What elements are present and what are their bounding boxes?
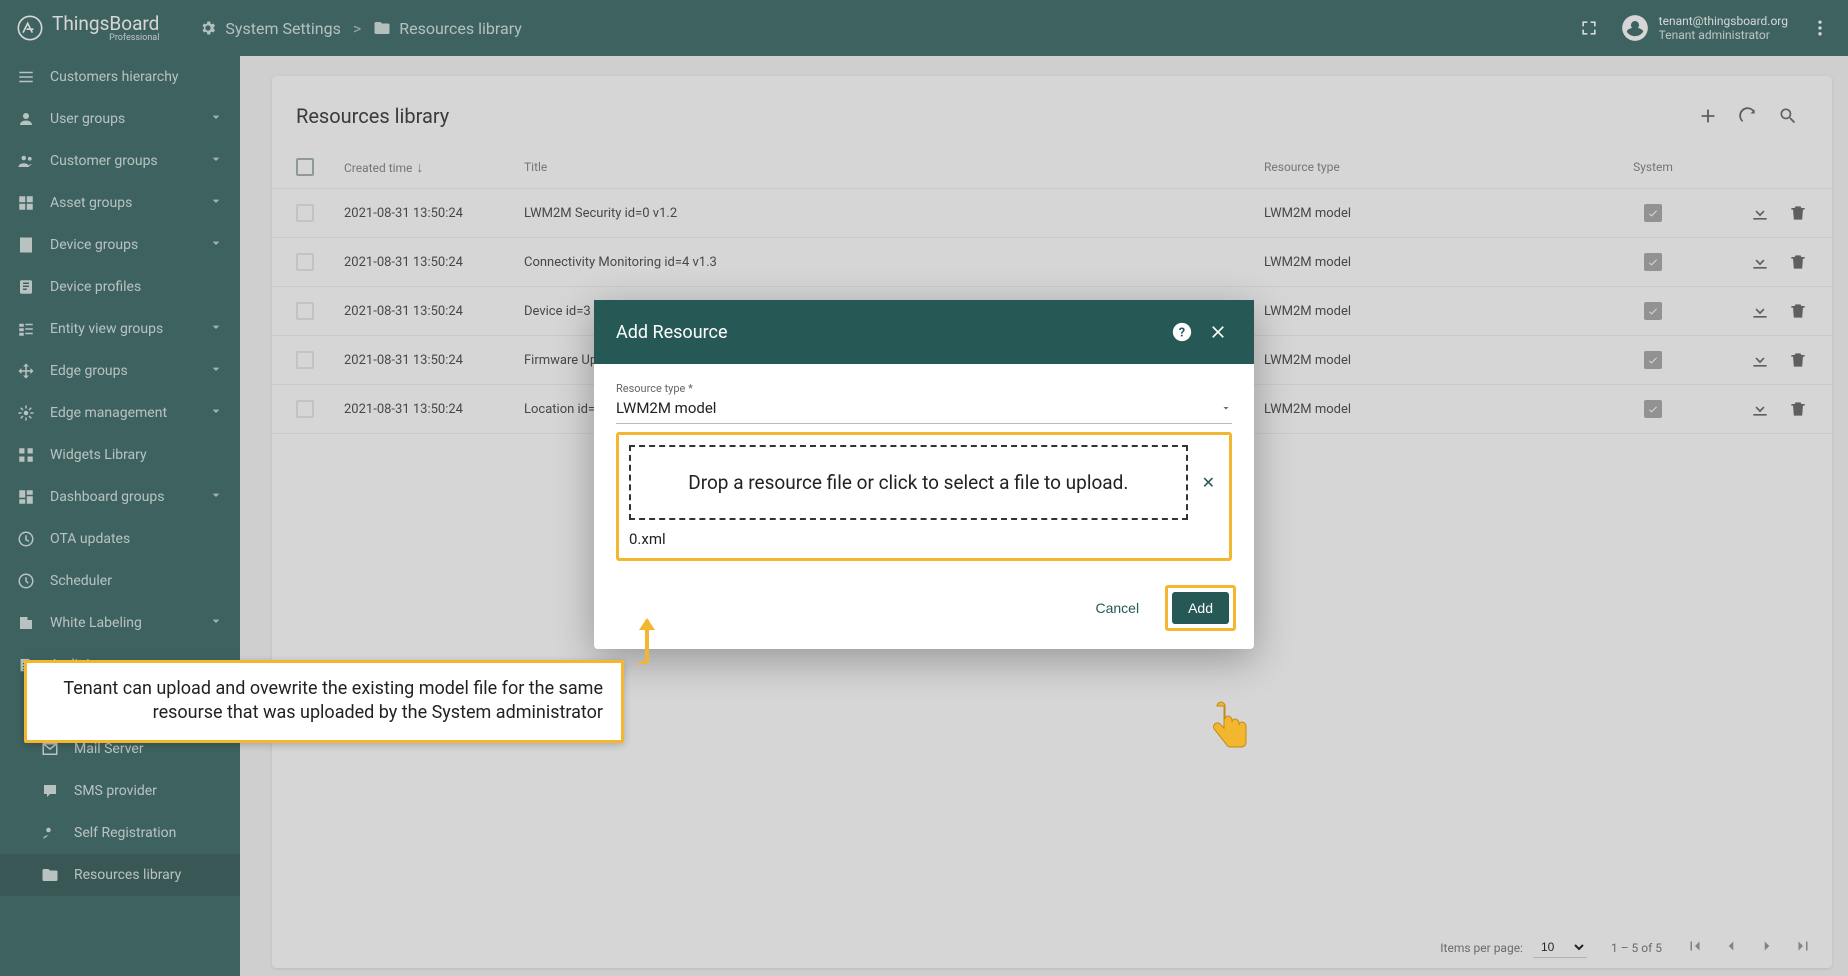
close-icon [1208, 322, 1228, 342]
add-confirm-button[interactable]: Add [1172, 592, 1229, 624]
svg-text:?: ? [1179, 326, 1185, 341]
resource-type-label: Resource type * [616, 382, 1232, 395]
file-dropzone[interactable]: Drop a resource file or click to select … [629, 445, 1188, 520]
clear-file-button[interactable]: ✕ [1198, 473, 1219, 492]
help-icon: ? [1171, 321, 1193, 343]
resource-type-select[interactable]: LWM2M model [616, 395, 1232, 424]
dialog-title: Add Resource [616, 322, 728, 343]
modal-overlay[interactable]: Add Resource ? Resource type * LWM2M mod… [0, 0, 1848, 976]
annotation-callout: Tenant can upload and ovewrite the exist… [24, 660, 624, 743]
annotation-pointer-icon [1208, 700, 1252, 760]
selected-filename: 0.xml [629, 530, 1219, 548]
annotation-arrow-icon [630, 616, 664, 664]
upload-highlight: Drop a resource file or click to select … [616, 432, 1232, 561]
chevron-down-icon [1220, 402, 1232, 414]
help-button[interactable]: ? [1168, 318, 1196, 346]
add-button-highlight: Add [1165, 585, 1236, 631]
cancel-button[interactable]: Cancel [1083, 592, 1151, 624]
close-button[interactable] [1204, 318, 1232, 346]
add-resource-dialog: Add Resource ? Resource type * LWM2M mod… [594, 300, 1254, 649]
